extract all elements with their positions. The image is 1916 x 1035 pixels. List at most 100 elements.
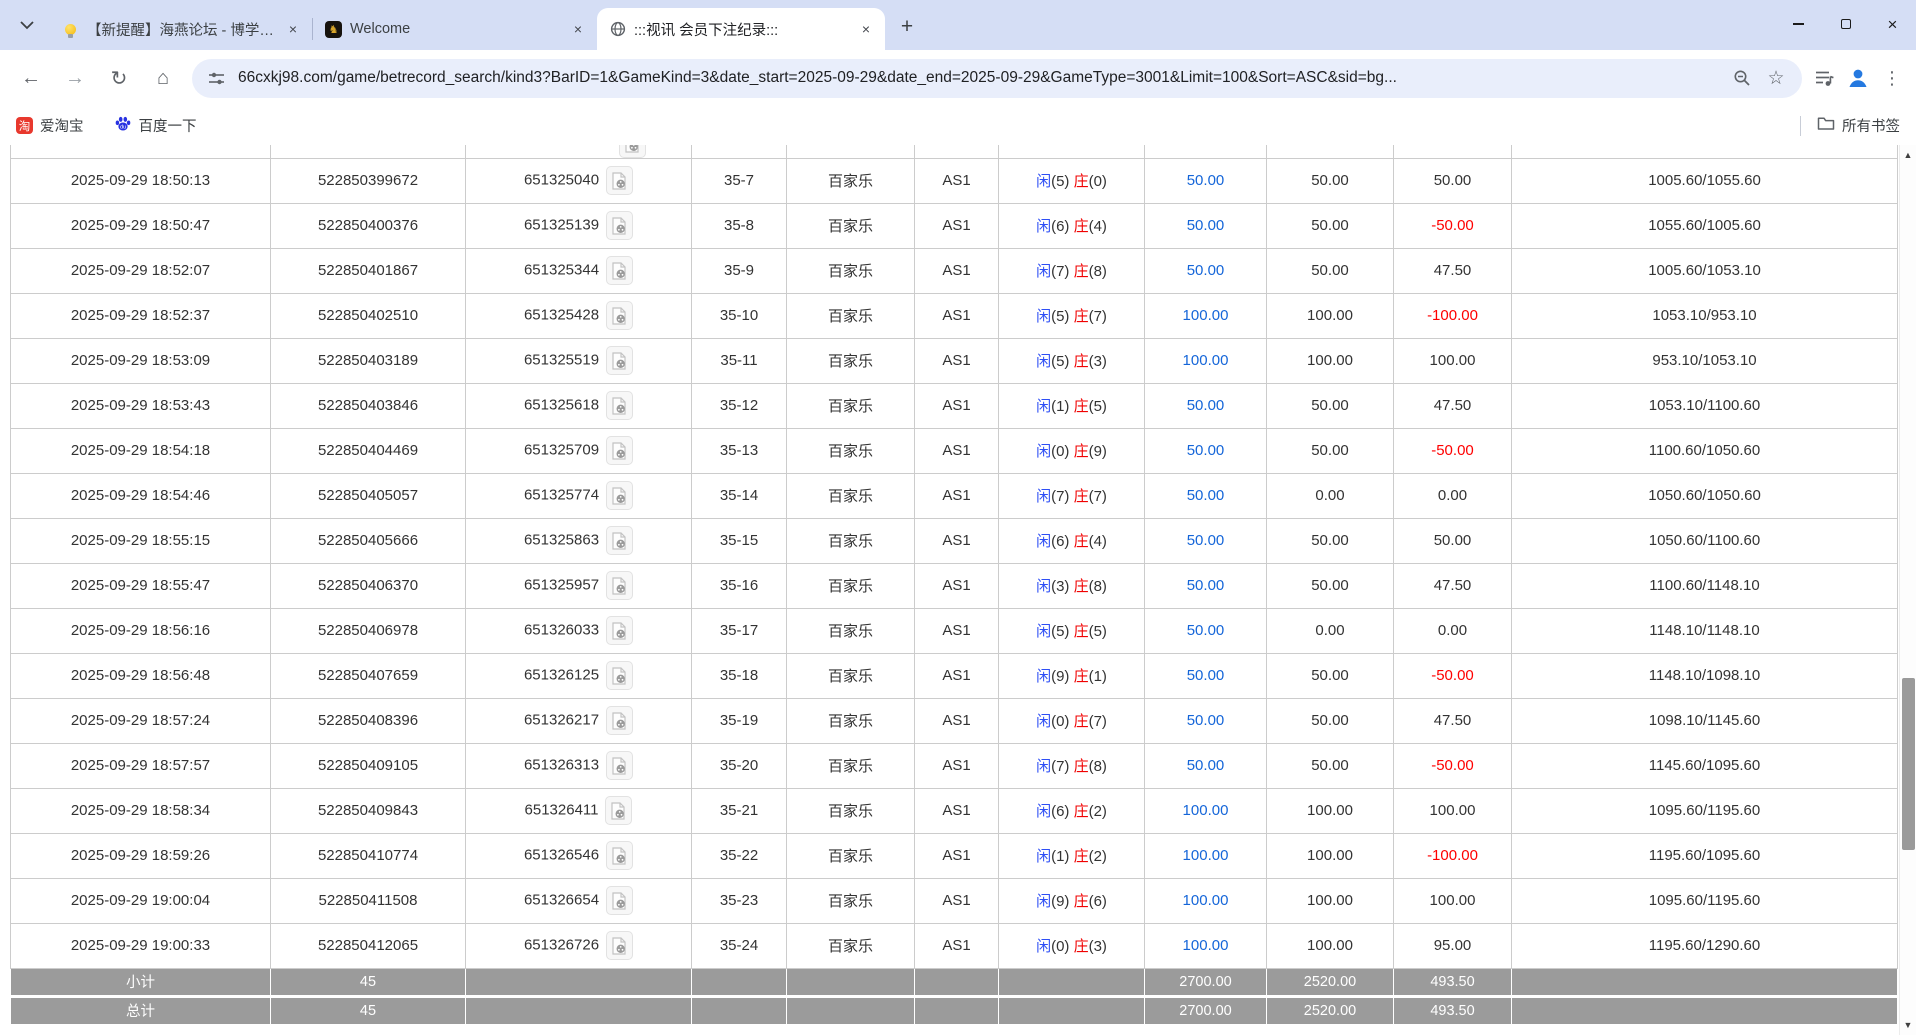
address-bar[interactable]: 66cxkj98.com/game/betrecord_search/kind3… [192, 58, 1802, 98]
bookmark-baidu[interactable]: du 百度一下 [114, 115, 197, 137]
video-replay-button[interactable] [606, 616, 634, 645]
scroll-down-icon[interactable]: ▼ [1900, 1017, 1916, 1033]
video-replay-button[interactable] [606, 211, 634, 240]
site-info-icon[interactable] [204, 66, 228, 90]
cell-game: 百家乐 [786, 247, 915, 294]
zoom-icon[interactable] [1730, 66, 1754, 90]
bet-amount-link[interactable]: 50.00 [1187, 217, 1225, 234]
tab-close-icon[interactable]: × [284, 20, 302, 38]
video-replay-button[interactable] [606, 301, 634, 330]
menu-icon[interactable]: ⋮ [1880, 66, 1904, 90]
cell-result: -50.00 [1393, 742, 1512, 789]
cell-account: AS1 [914, 787, 999, 834]
bet-amount-link[interactable]: 50.00 [1187, 712, 1225, 729]
bet-amount-link[interactable]: 50.00 [1187, 487, 1225, 504]
video-replay-button[interactable] [619, 145, 646, 157]
bet-amount-link[interactable]: 50.00 [1187, 442, 1225, 459]
tab-haiyan-forum[interactable]: 【新提醒】海燕论坛 - 博学交流 × [50, 8, 312, 50]
cell-time: 2025-09-29 18:57:24 [10, 697, 271, 744]
bet-amount-link[interactable]: 50.00 [1187, 577, 1225, 594]
new-tab-button[interactable]: + [891, 10, 923, 42]
video-replay-button[interactable] [606, 166, 634, 195]
tab-bet-records[interactable]: :::视讯 会员下注纪录::: × [597, 8, 885, 50]
cell-valid-amount: 50.00 [1266, 247, 1394, 294]
url-text[interactable]: 66cxkj98.com/game/betrecord_search/kind3… [238, 69, 1720, 87]
bookmark-label: 爱淘宝 [40, 119, 84, 135]
tab-close-icon[interactable]: × [857, 20, 875, 38]
bet-amount-link[interactable]: 100.00 [1183, 937, 1229, 954]
video-replay-button[interactable] [606, 931, 634, 960]
cell-balance: 1005.60/1055.60 [1511, 157, 1898, 204]
profile-avatar-icon[interactable] [1846, 66, 1870, 90]
cell-game: 百家乐 [786, 832, 915, 879]
scroll-up-icon[interactable]: ▲ [1900, 147, 1916, 163]
cell-balance: 953.10/1053.10 [1511, 337, 1898, 384]
cell-bet-detail: 闲(0) 庄(9) [998, 427, 1145, 474]
video-replay-button[interactable] [606, 436, 634, 465]
close-icon: × [1887, 14, 1898, 34]
cell-round-id: 651326654 [465, 877, 692, 924]
back-button[interactable]: ← [12, 59, 50, 97]
banker-label: 庄 [1073, 938, 1089, 955]
bet-amount-link[interactable]: 100.00 [1183, 892, 1229, 909]
bet-amount-link[interactable]: 50.00 [1187, 397, 1225, 414]
video-replay-button[interactable] [606, 526, 634, 555]
video-replay-button[interactable] [606, 481, 634, 510]
tab-close-icon[interactable]: × [569, 20, 587, 38]
bet-amount-link[interactable]: 50.00 [1187, 757, 1225, 774]
cell-round-id: 651325344 [465, 247, 692, 294]
cell-account: AS1 [914, 292, 999, 339]
scrollbar-thumb[interactable] [1902, 678, 1915, 850]
video-replay-button[interactable] [606, 751, 634, 780]
tab-welcome[interactable]: ♞ Welcome × [313, 8, 597, 50]
bet-amount-link[interactable]: 50.00 [1187, 622, 1225, 639]
close-button[interactable]: × [1869, 0, 1916, 48]
bet-amount-link[interactable]: 100.00 [1183, 847, 1229, 864]
tab-search-button[interactable] [10, 8, 44, 42]
cell-table-no: 35-18 [691, 652, 787, 699]
bookmarks-bar: 淘 爱淘宝 du 百度一下 所有书签 [0, 106, 1916, 145]
banker-label: 庄 [1073, 173, 1089, 190]
minimize-button[interactable] [1775, 0, 1822, 48]
bet-amount-link[interactable]: 50.00 [1187, 532, 1225, 549]
video-replay-button[interactable] [606, 661, 634, 690]
bet-amount-link[interactable]: 100.00 [1183, 802, 1229, 819]
media-controls-icon[interactable] [1812, 66, 1836, 90]
video-replay-button[interactable] [606, 571, 634, 600]
bet-amount-link[interactable]: 50.00 [1187, 667, 1225, 684]
vertical-scrollbar[interactable]: ▲ ▼ [1899, 145, 1916, 1035]
bet-amount-link[interactable]: 100.00 [1183, 352, 1229, 369]
browser-toolbar: ← → ↻ ⌂ 66cxkj98.com/game/betrecord_sear… [0, 50, 1916, 106]
all-bookmarks-button[interactable]: 所有书签 [1817, 115, 1900, 136]
cell-game: 百家乐 [786, 427, 915, 474]
cell-bet-id: 522850399672 [270, 157, 466, 204]
table-row: 2025-09-29 18:52:37 522850402510 651325428… [10, 292, 1898, 339]
table-row: 2025-09-29 18:56:16 522850406978 651326033… [10, 607, 1898, 654]
home-button[interactable]: ⌂ [144, 59, 182, 97]
cell-bet-id: 522850405666 [270, 517, 466, 564]
cell-game: 百家乐 [786, 652, 915, 699]
player-label: 闲 [1036, 263, 1052, 280]
video-replay-button[interactable] [606, 841, 634, 870]
video-replay-button[interactable] [606, 256, 634, 285]
video-replay-button[interactable] [606, 346, 634, 375]
cell-bet-detail: 闲(1) 庄(2) [998, 832, 1145, 879]
cell-account: AS1 [914, 562, 999, 609]
video-replay-button[interactable] [605, 796, 633, 825]
bet-amount-link[interactable]: 100.00 [1183, 307, 1229, 324]
video-replay-button[interactable] [606, 886, 634, 915]
bet-amount-link[interactable]: 50.00 [1187, 262, 1225, 279]
cell-valid-amount: 50.00 [1266, 517, 1394, 564]
bet-amount-link[interactable]: 50.00 [1187, 172, 1225, 189]
cell-valid-amount: 50.00 [1266, 652, 1394, 699]
bookmark-star-icon[interactable]: ☆ [1764, 66, 1788, 90]
cell-time: 2025-09-29 18:50:47 [10, 202, 271, 249]
bookmark-taobao[interactable]: 淘 爱淘宝 [16, 115, 84, 136]
cell-bet-amount: 100.00 [1144, 337, 1267, 384]
forward-button[interactable]: → [56, 59, 94, 97]
cell-time: 2025-09-29 18:56:48 [10, 652, 271, 699]
maximize-button[interactable] [1822, 0, 1869, 48]
video-replay-button[interactable] [606, 391, 634, 420]
video-replay-button[interactable] [606, 706, 634, 735]
reload-button[interactable]: ↻ [100, 59, 138, 97]
